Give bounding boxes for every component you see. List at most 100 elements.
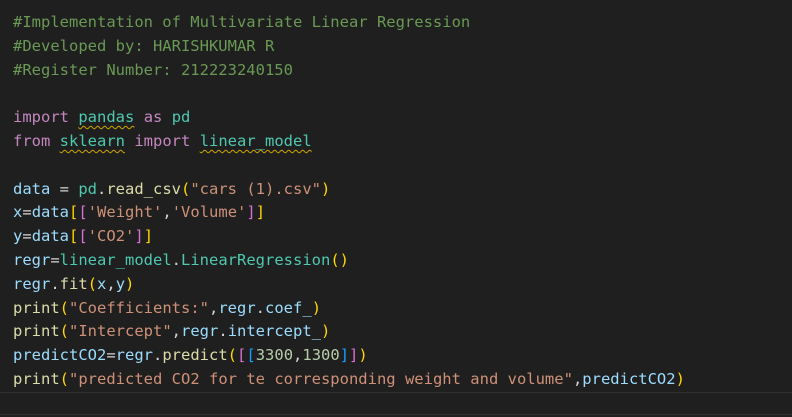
variable-token: predictCO2: [582, 369, 676, 388]
string-token: "predicted CO2 for te corresponding weig…: [69, 369, 573, 388]
operator-token: [162, 108, 171, 126]
bracket-token: ]: [246, 203, 256, 222]
variable-token: x: [13, 203, 23, 222]
variable-token: data: [31, 227, 70, 246]
function-token: predict: [162, 346, 228, 365]
bracket-token: ): [311, 298, 322, 317]
bracket-token: ): [675, 369, 685, 388]
code-line[interactable]: #Register Number: 212223240150: [13, 59, 685, 83]
variable-token: coef_: [265, 298, 312, 317]
bracket-token: ): [125, 274, 135, 293]
operator-token: [190, 132, 199, 150]
keyword-token: import: [134, 131, 191, 150]
bracket-token: (: [59, 369, 70, 388]
operator-token: =: [50, 250, 60, 269]
variable-token: regr: [13, 250, 51, 269]
module-token: pd: [78, 179, 97, 198]
operator-token: ,: [106, 274, 116, 293]
bracket-token: (: [59, 298, 70, 317]
code-line[interactable]: print("Intercept",regr.intercept_): [13, 320, 685, 344]
code-line[interactable]: ​: [13, 82, 685, 106]
string-token: "Coefficients:": [69, 298, 209, 317]
operator-token: ,: [572, 369, 583, 388]
bracket-token: ]: [255, 203, 266, 222]
bracket-token: (: [227, 346, 238, 365]
variable-token: y: [115, 274, 126, 293]
current-line-highlight: [0, 392, 792, 415]
bracket-token: (: [87, 274, 98, 293]
number-token: 1300: [302, 346, 340, 365]
variable-token: regr: [115, 346, 153, 365]
variable-token: predictCO2: [13, 346, 107, 365]
bracket-token: (: [181, 179, 191, 198]
variable-token: regr: [13, 274, 51, 293]
code-line[interactable]: import pandas as pd: [13, 106, 685, 130]
operator-token: =: [22, 227, 32, 246]
operator-token: .: [255, 298, 266, 317]
operator-token: [125, 132, 134, 150]
keyword-token: import: [13, 108, 69, 127]
code-line[interactable]: predictCO2=regr.predict([[3300,1300]]): [13, 344, 685, 368]
bracket-token: ]: [349, 346, 359, 365]
code-line[interactable]: data = pd.read_csv("cars (1).csv"): [13, 178, 685, 202]
code-line[interactable]: regr=linear_model.LinearRegression(): [13, 249, 685, 273]
bracket-token: [: [69, 203, 79, 222]
code-line[interactable]: ​: [13, 154, 685, 178]
operator-token: ,: [171, 322, 182, 341]
code-line[interactable]: from sklearn import linear_model: [13, 130, 685, 154]
code-line[interactable]: print("predicted CO2 for te correspondin…: [13, 368, 685, 392]
operator-token: [134, 108, 143, 126]
function-token: print: [13, 298, 60, 317]
code-line[interactable]: #Implementation of Multivariate Linear R…: [13, 11, 685, 35]
variable-token: intercept_: [227, 322, 322, 341]
module-token: pd: [171, 108, 191, 127]
function-token: print: [13, 322, 60, 341]
bracket-token: ]: [339, 346, 350, 365]
operator-token: =: [22, 203, 32, 222]
operator-token: [69, 108, 78, 126]
code-area[interactable]: #Implementation of Multivariate Linear R…: [13, 11, 685, 392]
comment-token: #Implementation of Multivariate Linear R…: [13, 13, 471, 31]
bracket-token: [: [237, 346, 247, 365]
operator-token: .: [218, 322, 228, 341]
operator-token: .: [50, 274, 60, 293]
operator-token: .: [171, 250, 181, 269]
bracket-token: [: [78, 203, 88, 222]
string-token: "Intercept": [69, 322, 172, 341]
operator-token: ,: [293, 346, 303, 365]
operator-token: =: [106, 346, 116, 365]
code-line[interactable]: regr.fit(x,y): [13, 273, 685, 297]
operator-token: =: [50, 179, 79, 198]
function-token: print: [13, 369, 60, 388]
bracket-token: [: [69, 227, 79, 246]
code-line[interactable]: x=data[['Weight','Volume']]: [13, 201, 685, 225]
bracket-token: [: [246, 346, 256, 365]
bracket-token: ]: [134, 227, 144, 246]
code-editor[interactable]: #Implementation of Multivariate Linear R…: [0, 0, 792, 417]
string-token: 'Volume': [171, 203, 247, 222]
bracket-token: ): [321, 179, 331, 198]
string-token: 'CO2': [87, 227, 135, 246]
string-token: 'Weight': [87, 203, 163, 222]
comment-token: #Register Number: 212223240150: [13, 60, 293, 79]
bracket-token: (): [330, 250, 349, 269]
number-token: 3300: [255, 346, 294, 365]
code-line[interactable]: #Developed by: HARISHKUMAR R: [13, 35, 685, 59]
module-token: linear_model: [199, 131, 312, 150]
keyword-token: as: [143, 108, 163, 127]
module-token: pandas: [78, 108, 135, 127]
function-token: fit: [59, 274, 88, 293]
comment-token: #Developed by: HARISHKUMAR R: [13, 36, 275, 55]
variable-token: data: [13, 179, 51, 198]
module-token: sklearn: [59, 131, 125, 150]
bracket-token: ): [321, 322, 331, 341]
code-line[interactable]: y=data[['CO2']]: [13, 225, 685, 249]
bracket-token: ]: [143, 227, 154, 246]
code-line[interactable]: print("Coefficients:",regr.coef_): [13, 297, 685, 321]
module-token: linear_model: [59, 250, 172, 269]
variable-token: data: [31, 203, 70, 222]
variable-token: x: [97, 274, 107, 293]
operator-token: .: [97, 179, 107, 198]
variable-token: regr: [218, 298, 256, 317]
bracket-token: ): [358, 346, 368, 365]
